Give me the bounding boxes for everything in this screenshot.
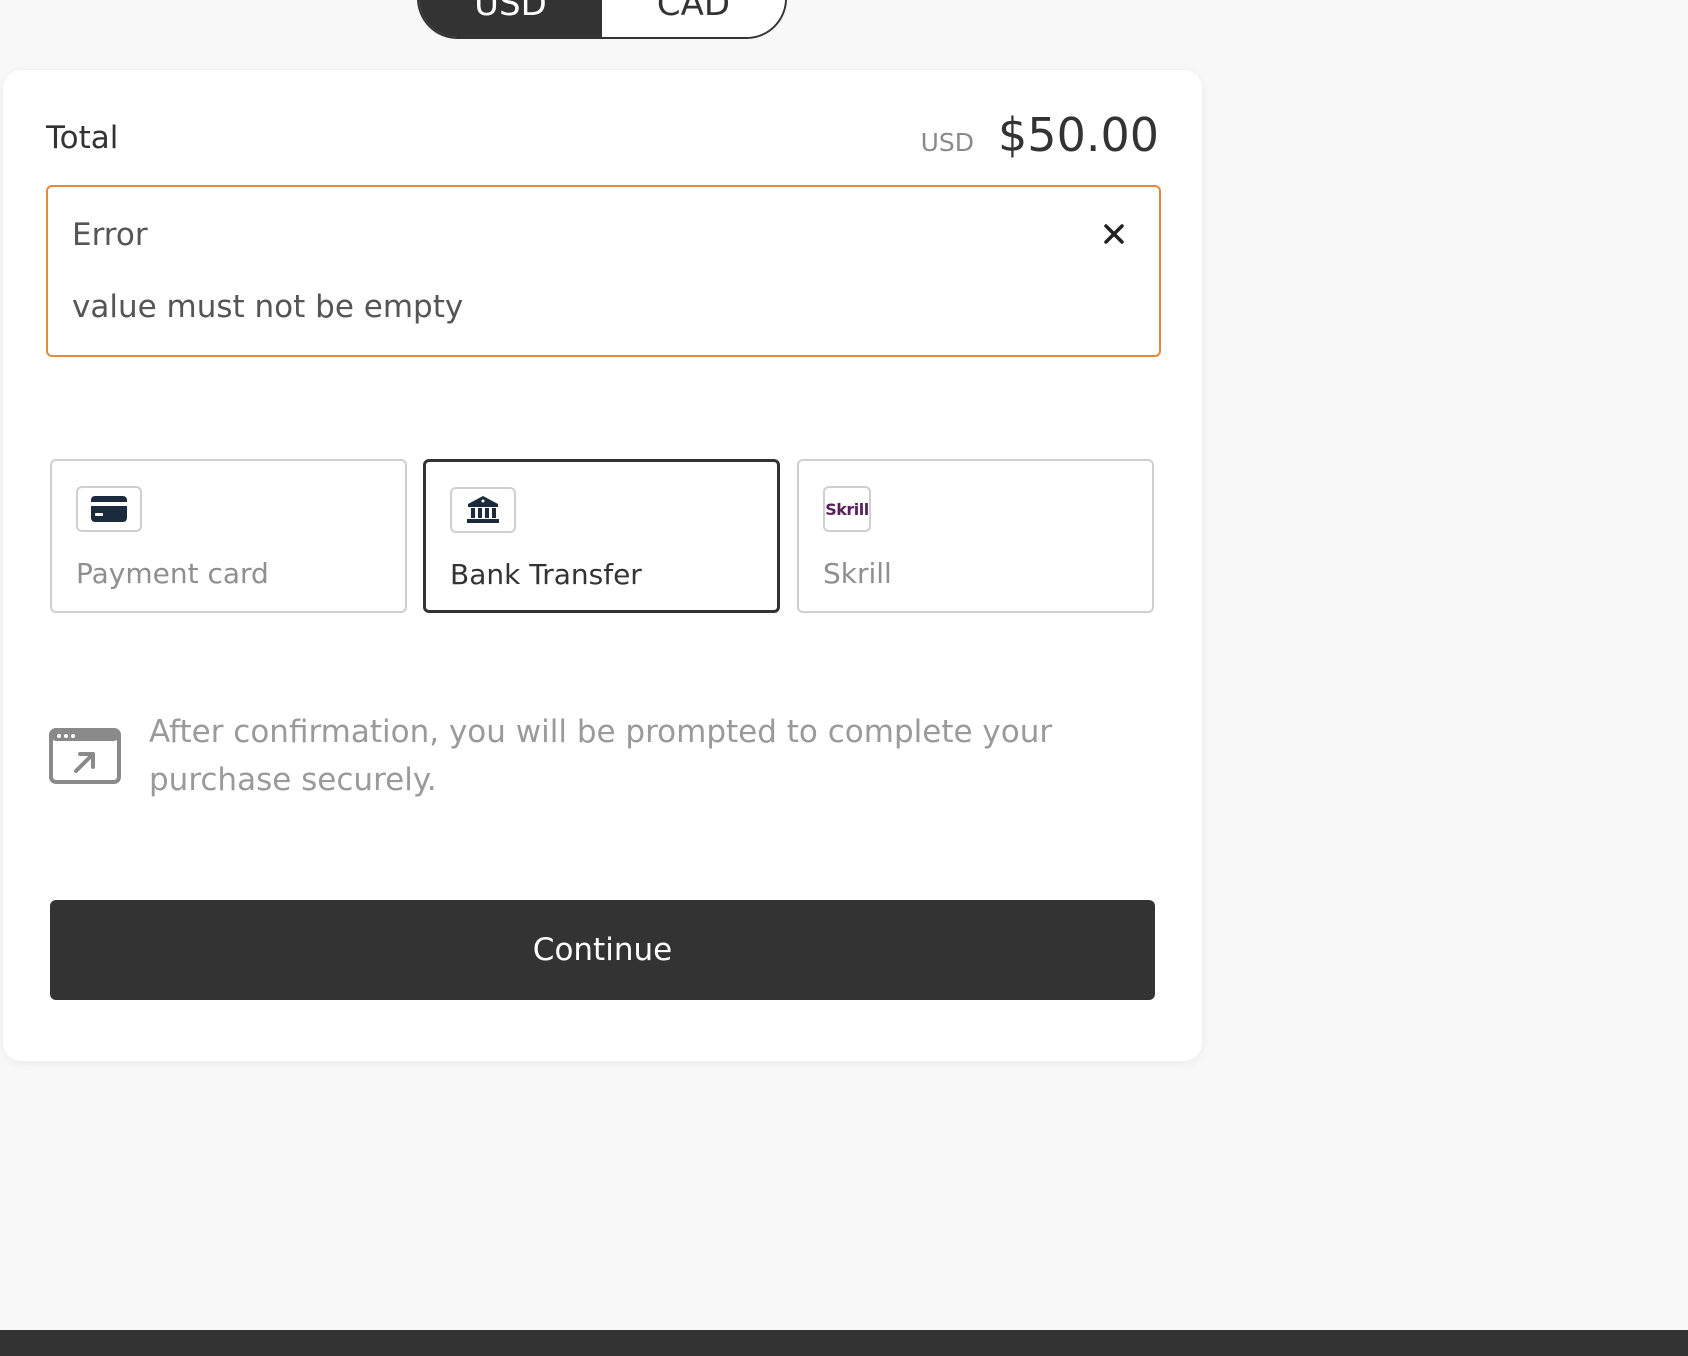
- bank-icon: [450, 487, 516, 533]
- payment-method-skrill-label: Skrill: [823, 557, 892, 590]
- checkout-card: Total USD $50.00 Error value must not be…: [3, 70, 1202, 1061]
- currency-option-cad[interactable]: CAD: [602, 0, 785, 37]
- payment-method-skrill[interactable]: Skrill Skrill: [797, 459, 1154, 613]
- total-value: $50.00: [998, 108, 1159, 162]
- error-alert: Error value must not be empty: [46, 185, 1161, 357]
- total-label: Total: [46, 120, 119, 156]
- currency-toggle: USD CAD: [417, 0, 787, 39]
- footer-bar: [0, 1330, 1688, 1356]
- total-currency-code: USD: [920, 128, 975, 157]
- checkout-page: USD CAD Total USD $50.00 Error value mus…: [0, 0, 1688, 1356]
- credit-card-icon: [76, 486, 142, 532]
- payment-method-card[interactable]: Payment card: [50, 459, 407, 613]
- payment-method-bank-transfer[interactable]: Bank Transfer: [423, 459, 780, 613]
- error-title: Error: [72, 217, 148, 253]
- total-amount: USD $50.00: [921, 108, 1159, 162]
- currency-option-usd[interactable]: USD: [419, 0, 602, 37]
- payment-method-card-label: Payment card: [76, 557, 269, 590]
- skrill-logo: Skrill: [823, 486, 871, 532]
- close-icon[interactable]: [1097, 217, 1131, 251]
- payment-method-bank-transfer-label: Bank Transfer: [450, 558, 642, 591]
- confirmation-info-text: After confirmation, you will be prompted…: [149, 714, 1053, 798]
- error-message: value must not be empty: [72, 289, 464, 325]
- continue-button[interactable]: Continue: [50, 900, 1155, 1000]
- external-window-icon: [49, 728, 121, 784]
- skrill-logo-text: Skrill: [825, 499, 869, 519]
